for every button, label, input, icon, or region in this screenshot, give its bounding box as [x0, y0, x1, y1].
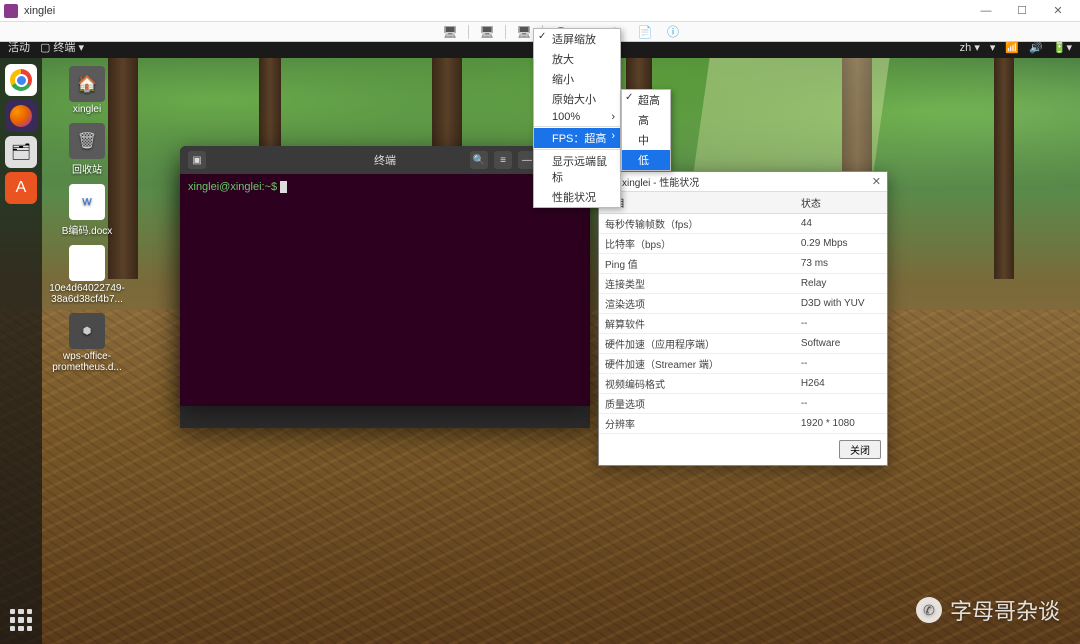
menu-show-cursor[interactable]: 显示远端鼠标 — [534, 151, 620, 187]
cursor-icon — [280, 181, 287, 193]
table-row: 每秒传输帧数（fps）44 — [599, 214, 887, 234]
perf-value: -- — [795, 354, 887, 374]
table-row: 渲染选项D3D with YUV — [599, 294, 887, 314]
ubuntu-dock: 🗂 A >_ — [0, 58, 42, 644]
display-icon[interactable]: 🖥 — [514, 24, 534, 40]
performance-table: 项目 状态 每秒传输帧数（fps）44比特率（bps）0.29 MbpsPing… — [599, 192, 887, 434]
screen-icon[interactable]: 🖥 — [440, 24, 460, 40]
fps-mid[interactable]: 中 — [622, 130, 670, 150]
fps-high[interactable]: 高 — [622, 110, 670, 130]
minimize-button[interactable]: — — [968, 0, 1004, 22]
menu-performance[interactable]: 性能状况 — [534, 187, 620, 207]
terminal-titlebar[interactable]: ▣ 终端 🔍 ≡ — ☐ ✕ — [180, 146, 590, 174]
terminal-body[interactable]: xinglei@xinglei:~$ — [180, 174, 590, 199]
performance-titlebar[interactable]: xinglei - 性能状况 ✕ — [599, 172, 887, 192]
table-row: 连接类型Relay — [599, 274, 887, 294]
perf-key: 硬件加速（应用程序端） — [599, 334, 795, 354]
fps-low[interactable]: 低 — [622, 150, 670, 170]
perf-title: xinglei - 性能状况 — [622, 174, 872, 189]
menu-fit-screen[interactable]: 适屏缩放 — [534, 29, 620, 49]
table-row: Ping 值73 ms — [599, 254, 887, 274]
terminal-window[interactable]: ▣ 终端 🔍 ≡ — ☐ ✕ xinglei@xinglei:~$ — [180, 146, 590, 406]
perf-value: 0.29 Mbps — [795, 234, 887, 254]
window-titlebar: xinglei — ☐ ✕ — [0, 0, 1080, 22]
menu-zoom-out[interactable]: 缩小 — [534, 69, 620, 89]
table-row: 硬件加速（应用程序端）Software — [599, 334, 887, 354]
close-button[interactable]: ✕ — [1040, 0, 1076, 22]
files-icon[interactable]: 🗂 — [5, 136, 37, 168]
perf-key: 渲染选项 — [599, 294, 795, 314]
perf-value: 44 — [795, 214, 887, 234]
fps-ultra[interactable]: 超高 — [622, 90, 670, 110]
perf-value: Relay — [795, 274, 887, 294]
table-row: 硬件加速（Streamer 端）-- — [599, 354, 887, 374]
perf-key: 视频编码格式 — [599, 374, 795, 394]
volume-icon[interactable]: 🔊 — [1029, 42, 1043, 54]
wifi-icon[interactable]: 📶 — [1005, 42, 1019, 54]
col-status: 状态 — [795, 192, 887, 214]
performance-window[interactable]: xinglei - 性能状况 ✕ 项目 状态 每秒传输帧数（fps）44比特率（… — [598, 171, 888, 466]
perf-value: Software — [795, 334, 887, 354]
menu-original-size[interactable]: 原始大小 — [534, 89, 620, 109]
document-icon[interactable]: WB编码.docx — [52, 184, 122, 237]
perf-key: Ping 值 — [599, 254, 795, 274]
perf-key: 质量选项 — [599, 394, 795, 414]
perf-value: -- — [795, 394, 887, 414]
perf-key: 连接类型 — [599, 274, 795, 294]
perf-value: -- — [795, 314, 887, 334]
file-icon[interactable]: 📄 — [635, 24, 655, 40]
maximize-button[interactable]: ☐ — [1004, 0, 1040, 22]
perf-key: 硬件加速（Streamer 端） — [599, 354, 795, 374]
watermark: ✆ 字母哥杂谈 — [916, 594, 1060, 626]
activities-button[interactable]: 活动 — [8, 42, 30, 55]
menu-icon[interactable]: ≡ — [494, 151, 512, 169]
table-row: 分辨率1920 * 1080 — [599, 414, 887, 434]
perf-key: 比特率（bps） — [599, 234, 795, 254]
firefox-icon[interactable] — [5, 100, 37, 132]
language-indicator[interactable]: zh ▾ — [960, 42, 980, 54]
search-icon[interactable]: 🔍 — [470, 151, 488, 169]
wechat-icon: ✆ — [916, 597, 942, 623]
battery-icon[interactable]: 🔋▾ — [1053, 42, 1072, 54]
menu-zoom-in[interactable]: 放大 — [534, 49, 620, 69]
app-icon — [4, 4, 18, 18]
image-file-icon[interactable]: 10e4d64022749-38a6d38cf4b7... — [52, 245, 122, 305]
perf-key: 分辨率 — [599, 414, 795, 434]
table-row: 质量选项-- — [599, 394, 887, 414]
col-item: 项目 — [599, 192, 795, 214]
chrome-icon[interactable] — [5, 64, 37, 96]
perf-key: 解算软件 — [599, 314, 795, 334]
monitors-icon[interactable]: 🖥 — [477, 24, 497, 40]
window-title: xinglei — [24, 5, 968, 17]
menu-fps[interactable]: FPS：超高 — [534, 128, 620, 148]
home-folder-icon[interactable]: 🏠xinglei — [52, 66, 122, 115]
watermark-text: 字母哥杂谈 — [950, 594, 1060, 626]
info-icon[interactable]: ⓘ — [663, 24, 683, 40]
perf-close-button[interactable]: 关闭 — [839, 440, 881, 459]
desktop-icons: 🏠xinglei 🗑回收站 WB编码.docx 10e4d64022749-38… — [52, 66, 132, 381]
table-row: 视频编码格式H264 — [599, 374, 887, 394]
menu-zoom-percent[interactable]: 100% — [534, 109, 620, 125]
trash-icon[interactable]: 🗑回收站 — [52, 123, 122, 176]
table-row: 比特率（bps）0.29 Mbps — [599, 234, 887, 254]
perf-value: D3D with YUV — [795, 294, 887, 314]
perf-key: 每秒传输帧数（fps） — [599, 214, 795, 234]
perf-value: H264 — [795, 374, 887, 394]
show-apps-icon[interactable] — [7, 606, 35, 634]
table-row: 解算软件-- — [599, 314, 887, 334]
terminal-prompt: xinglei@xinglei:~$ — [188, 181, 280, 193]
terminal-menu[interactable]: ▢ 终端 ▾ — [40, 42, 84, 55]
network-icon[interactable]: ▾ — [990, 42, 996, 54]
fps-submenu[interactable]: 超高 高 中 低 — [621, 89, 671, 171]
deb-file-icon[interactable]: ⬢wps-office-prometheus.d... — [52, 313, 122, 373]
perf-close-icon[interactable]: ✕ — [872, 175, 881, 188]
new-tab-icon[interactable]: ▣ — [188, 151, 206, 169]
perf-value: 73 ms — [795, 254, 887, 274]
software-icon[interactable]: A — [5, 172, 37, 204]
view-dropdown[interactable]: 适屏缩放 放大 缩小 原始大小 100% FPS：超高 显示远端鼠标 性能状况 — [533, 28, 621, 208]
terminal-title: 终端 — [374, 152, 396, 168]
perf-value: 1920 * 1080 — [795, 414, 887, 434]
